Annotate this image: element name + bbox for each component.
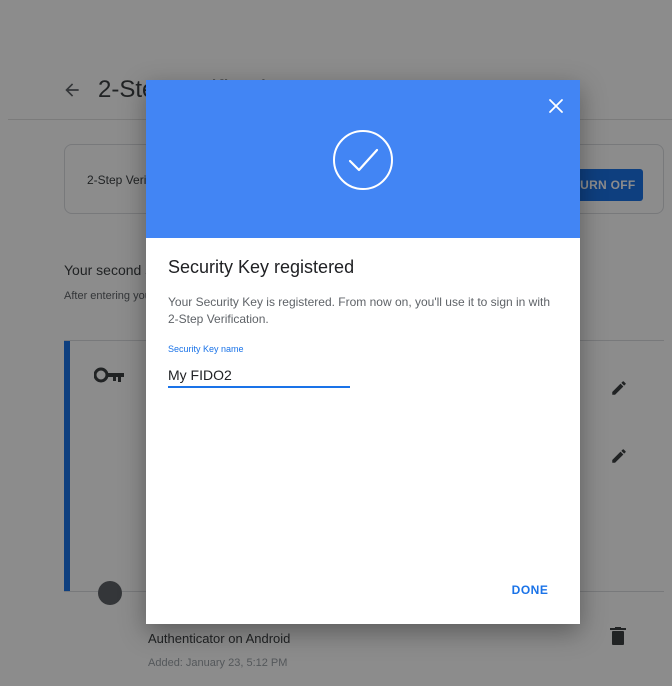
security-key-dialog: Security Key registered Your Security Ke… xyxy=(146,80,580,624)
dialog-body-text: Your Security Key is registered. From no… xyxy=(168,295,551,326)
security-key-name-input[interactable] xyxy=(168,364,350,388)
security-key-name-label: Security Key name xyxy=(168,344,244,354)
dialog-title: Security Key registered xyxy=(168,257,355,277)
dialog-header xyxy=(146,80,580,238)
done-button[interactable]: DONE xyxy=(502,576,558,604)
close-icon[interactable] xyxy=(546,96,566,116)
check-circle-icon xyxy=(333,130,393,190)
